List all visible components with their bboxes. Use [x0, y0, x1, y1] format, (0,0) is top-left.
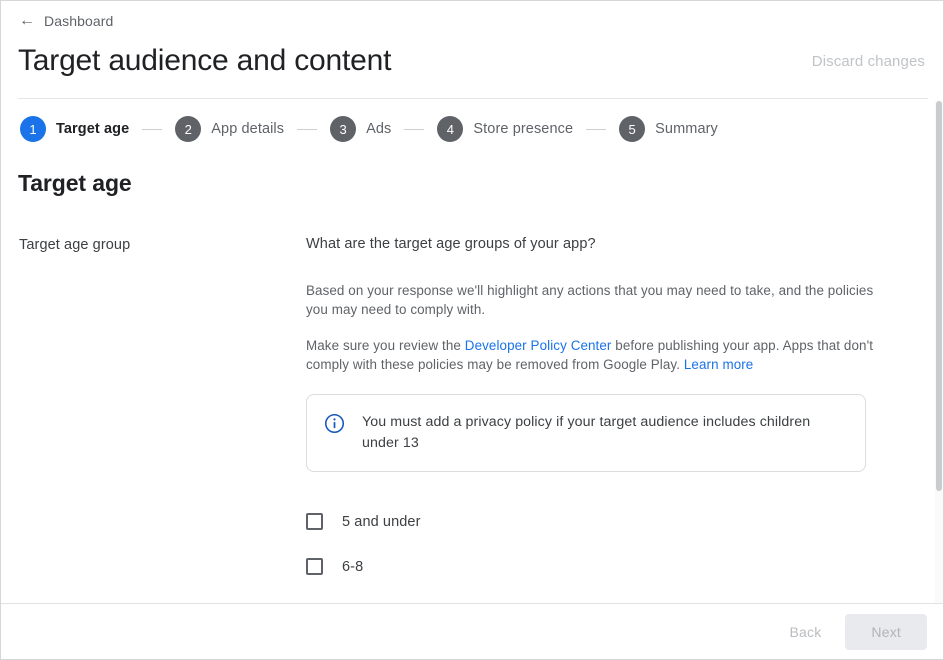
step-ads[interactable]: 3 Ads — [330, 116, 391, 142]
header-divider — [18, 98, 928, 99]
step-separator — [586, 128, 607, 130]
step-store-presence[interactable]: 4 Store presence — [437, 116, 573, 142]
next-button[interactable]: Next — [845, 613, 927, 650]
step-number-badge: 3 — [330, 116, 357, 142]
privacy-policy-info-card: You must add a privacy policy if your ta… — [306, 394, 866, 472]
description-paragraph-1: Based on your response we'll highlight a… — [306, 283, 874, 317]
back-to-dashboard-link[interactable]: ← Dashboard — [19, 12, 114, 30]
back-link-label: Dashboard — [44, 13, 114, 29]
step-separator — [297, 128, 318, 130]
info-circle-icon — [324, 413, 345, 439]
step-number-badge: 5 — [619, 116, 646, 142]
section-heading: Target age — [18, 170, 132, 196]
paragraph-2-pre: Make sure you review the — [306, 338, 465, 353]
step-label: Ads — [366, 121, 392, 137]
step-target-age[interactable]: 1 Target age — [20, 116, 129, 142]
step-number-badge: 1 — [20, 116, 46, 142]
target-age-group-label: Target age group — [19, 237, 131, 253]
discard-changes-button[interactable]: Discard changes — [812, 53, 925, 70]
vertical-scrollbar-thumb[interactable] — [936, 101, 942, 491]
learn-more-link[interactable]: Learn more — [684, 357, 753, 372]
wizard-footer: Back Next — [1, 604, 943, 659]
step-label: Store presence — [473, 121, 574, 137]
description-paragraph-2: Make sure you review the Developer Polic… — [306, 336, 886, 374]
page-title: Target audience and content — [18, 44, 392, 77]
step-number-badge: 2 — [175, 116, 202, 142]
target-age-form: What are the target age groups of your a… — [306, 236, 888, 634]
step-label: App details — [211, 121, 285, 137]
step-label: Summary — [655, 121, 718, 137]
step-summary[interactable]: 5 Summary — [619, 116, 718, 142]
wizard-stepper: 1 Target age 2 App details 3 Ads 4 Store… — [20, 116, 718, 142]
checkbox-row-6-8[interactable]: 6-8 — [306, 544, 888, 589]
checkbox-label: 5 and under — [342, 513, 421, 530]
target-audience-window: ← Dashboard Target audience and content … — [0, 0, 944, 660]
info-card-text: You must add a privacy policy if your ta… — [362, 414, 811, 451]
step-app-details[interactable]: 2 App details — [175, 116, 284, 142]
step-separator — [404, 128, 425, 130]
form-question: What are the target age groups of your a… — [306, 236, 596, 252]
developer-policy-center-link[interactable]: Developer Policy Center — [465, 338, 612, 353]
step-number-badge: 4 — [437, 116, 464, 142]
checkbox-input[interactable] — [306, 558, 323, 575]
checkbox-label: 6-8 — [342, 558, 364, 575]
step-separator — [142, 128, 163, 130]
back-button[interactable]: Back — [773, 615, 837, 649]
step-label: Target age — [56, 121, 130, 137]
checkbox-input[interactable] — [306, 513, 323, 530]
checkbox-row-5-and-under[interactable]: 5 and under — [306, 499, 888, 544]
arrow-left-icon: ← — [19, 12, 35, 29]
